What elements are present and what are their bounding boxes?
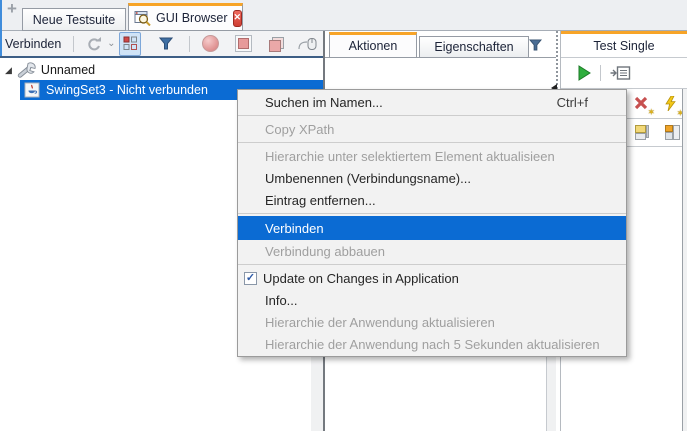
- record-icon[interactable]: [202, 35, 219, 52]
- component-view-toggle-button[interactable]: [118, 31, 142, 56]
- tab-label: GUI Browser: [156, 11, 228, 25]
- checkbox-checked-icon[interactable]: ✓: [244, 271, 257, 285]
- tab-label: Neue Testsuite: [32, 12, 116, 27]
- menu-item-verbinden[interactable]: Verbinden: [238, 216, 626, 240]
- menu-separator: [238, 213, 626, 214]
- java-icon: [24, 82, 40, 98]
- panel-title-label: Test Single: [593, 38, 655, 53]
- close-tab-icon[interactable]: ✕: [232, 9, 243, 27]
- window-edge-highlight: [0, 0, 2, 56]
- gui-browser-toolbar: Verbinden ⌄: [0, 31, 323, 56]
- test-single-toolbar: [561, 58, 687, 89]
- menu-item-hierarchie-element-aktualisieren: Hierarchie unter selektiertem Element ak…: [238, 145, 626, 167]
- menu-item-hierarchie-anwendung-aktualisieren: Hierarchie der Anwendung aktualisieren: [238, 311, 626, 333]
- menu-separator: [238, 115, 626, 116]
- toolbar-separator: [600, 65, 601, 81]
- tab-gui-browser[interactable]: GUI Browser ✕: [128, 3, 243, 31]
- filter-icon[interactable]: [159, 37, 174, 50]
- tab-label: Eigenschaften: [434, 40, 514, 54]
- stop-icon[interactable]: [235, 35, 252, 52]
- tree-item-unnamed[interactable]: ◢ Unnamed: [0, 60, 323, 80]
- menu-item-label: Info...: [265, 292, 298, 308]
- tab-neue-testsuite[interactable]: Neue Testsuite: [22, 8, 126, 31]
- connect-button[interactable]: Verbinden: [5, 37, 61, 51]
- tree-item-label: Unnamed: [40, 63, 96, 77]
- menu-item-umbenennen[interactable]: Umbenennen (Verbindungsname)...: [238, 167, 626, 189]
- refresh-icon[interactable]: [86, 36, 102, 51]
- update-components-icon[interactable]: ✶: [664, 95, 684, 118]
- tab-eigenschaften[interactable]: Eigenschaften: [419, 36, 529, 58]
- filter-icon[interactable]: [528, 38, 543, 56]
- menu-item-label: Hierarchie unter selektiertem Element ak…: [265, 148, 555, 164]
- expand-marker-icon[interactable]: ◢: [5, 65, 12, 75]
- menu-item-label: Copy XPath: [265, 121, 335, 137]
- menu-item-hierarchie-anwendung-5-sekunden: Hierarchie der Anwendung nach 5 Sekunden…: [238, 333, 626, 355]
- gui-browser-icon: [134, 10, 151, 26]
- menu-item-label: Verbinden: [265, 220, 324, 236]
- refresh-dropdown-chevron-icon[interactable]: ⌄: [107, 38, 115, 48]
- menu-separator: [238, 264, 626, 265]
- wrench-icon: [16, 62, 37, 78]
- menu-separator: [238, 142, 626, 143]
- menu-item-label: Hierarchie der Anwendung aktualisieren: [265, 314, 495, 330]
- mouse-record-icon[interactable]: [298, 36, 319, 51]
- menu-item-update-on-changes[interactable]: ✓ Update on Changes in Application: [238, 267, 626, 289]
- menu-item-eintrag-entfernen[interactable]: Eintrag entfernen...: [238, 189, 626, 211]
- play-icon[interactable]: [577, 65, 591, 81]
- menu-item-copy-xpath: Copy XPath: [238, 118, 626, 140]
- panel-title: Test Single: [561, 34, 687, 58]
- right-scrollbar-track: [682, 89, 687, 431]
- menu-item-info[interactable]: Info...: [238, 289, 626, 311]
- tab-aktionen[interactable]: Aktionen: [329, 32, 417, 58]
- tab-strip: + Neue Testsuite GUI Browser ✕: [0, 0, 687, 31]
- toolbar-separator: [73, 35, 75, 52]
- record-components-icon[interactable]: [268, 36, 284, 52]
- menu-item-label: Hierarchie der Anwendung nach 5 Sekunden…: [265, 336, 600, 352]
- menu-item-label: Suchen im Namen...: [265, 94, 383, 110]
- menu-item-verbindung-abbauen: Verbindung abbauen: [238, 240, 626, 262]
- menu-item-label: Umbenennen (Verbindungsname)...: [265, 170, 471, 186]
- add-tab-button[interactable]: +: [4, 0, 20, 17]
- context-menu: Suchen im Namen... Ctrl+f Copy XPath Hie…: [237, 89, 627, 357]
- tree-item-label: SwingSet3 - Nicht verbunden: [46, 83, 208, 97]
- badge-star-icon: ✶: [647, 107, 655, 117]
- mid-panel-tab-row: Aktionen Eigenschaften: [325, 31, 556, 58]
- menu-item-suchen-im-namen[interactable]: Suchen im Namen... Ctrl+f: [238, 91, 626, 113]
- step-into-icon[interactable]: [610, 65, 631, 81]
- menu-item-label: Verbindung abbauen: [265, 243, 386, 259]
- menu-item-label: Update on Changes in Application: [263, 270, 459, 286]
- delete-components-icon[interactable]: ✶: [634, 96, 655, 117]
- menu-item-label: Eintrag entfernen...: [265, 192, 376, 208]
- menu-shortcut: Ctrl+f: [556, 94, 588, 110]
- toolbar-separator: [189, 35, 190, 52]
- tab-label: Aktionen: [348, 39, 398, 53]
